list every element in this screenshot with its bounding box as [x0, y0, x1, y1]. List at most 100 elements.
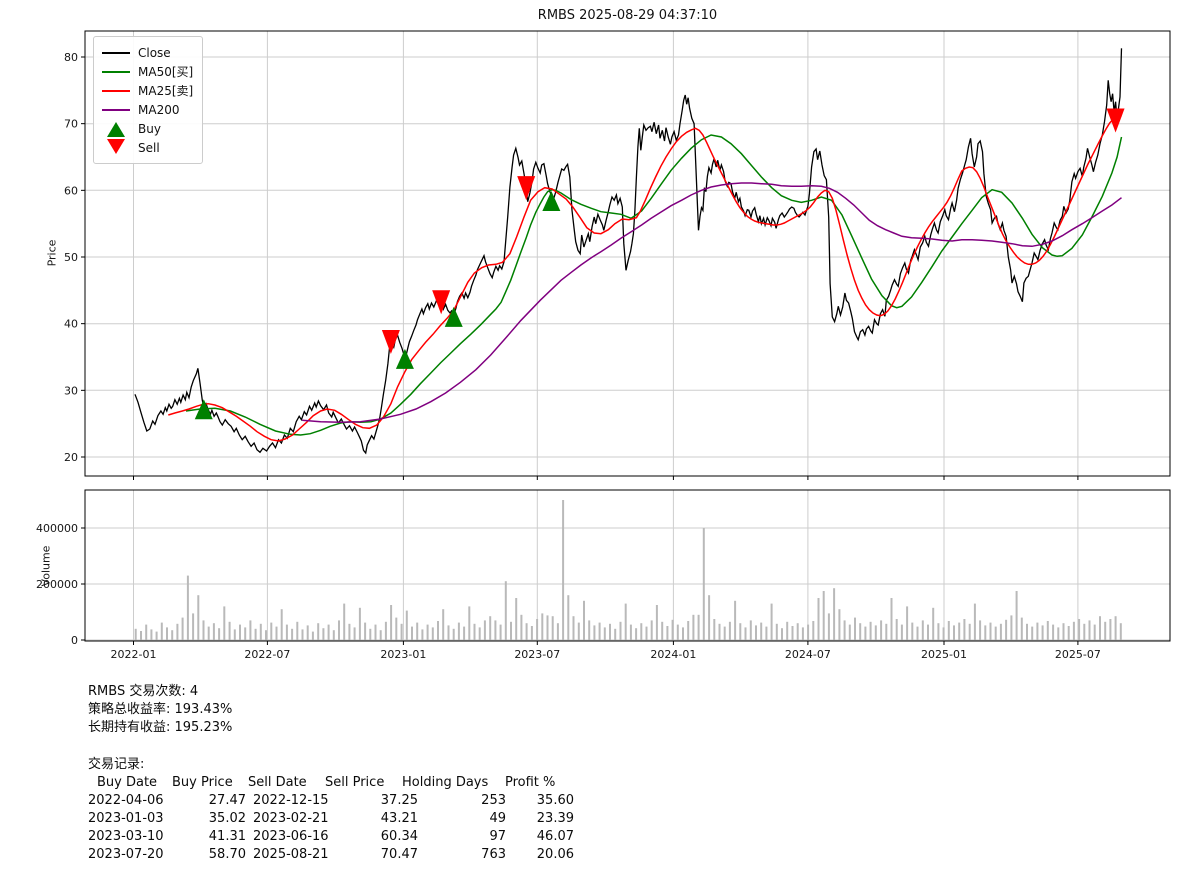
volume-bar [453, 629, 455, 640]
axes-frame [81, 31, 1170, 645]
table-cell: 43.21 [338, 811, 418, 826]
figure-window: RMBS 2025-08-29 04:37:10 2022-012022-072… [0, 0, 1180, 872]
volume-bar [593, 625, 595, 640]
trade-table-row: 2022-04-0627.472022-12-1537.2525335.60 [88, 793, 608, 811]
volume-bar [703, 528, 705, 640]
volume-bar [1010, 615, 1012, 640]
volume-bar [500, 625, 502, 640]
volume-bar [823, 591, 825, 640]
volume-bar [156, 632, 158, 640]
volume-bar [406, 611, 408, 640]
ma25-line [168, 116, 1121, 441]
volume-bar [333, 630, 335, 640]
volume-bar [375, 625, 377, 640]
volume-bar [963, 619, 965, 640]
panel-spine [85, 31, 1170, 476]
volume-bar [260, 624, 262, 640]
volume-bar [755, 625, 757, 640]
volume-bar [896, 619, 898, 640]
volume-bar [458, 623, 460, 640]
legend-label: Sell [138, 141, 160, 155]
sell-marker [382, 330, 400, 354]
volume-bar [786, 622, 788, 640]
volume-axis-label: Volume [40, 546, 53, 587]
volume-bar [771, 604, 773, 640]
volume-bar [1036, 623, 1038, 640]
volume-bar [864, 627, 866, 640]
volume-bar [781, 628, 783, 640]
table-cell: 41.31 [170, 829, 246, 844]
volume-bar [635, 628, 637, 640]
volume-bar [1042, 625, 1044, 640]
price-tick-label: 40 [64, 318, 78, 331]
volume-bar [1047, 621, 1049, 640]
table-header-cell: Sell Price [325, 775, 384, 790]
volume-bar [229, 622, 231, 640]
volume-bar [765, 627, 767, 640]
volume-bar [176, 624, 178, 640]
volume-bar [161, 623, 163, 640]
volume-bar [792, 626, 794, 640]
volume-bar [187, 576, 189, 640]
volume-bar [1115, 616, 1117, 640]
volume-bar [859, 623, 861, 640]
volume-bar [630, 625, 632, 640]
volume-bar [182, 618, 184, 640]
volume-bar [421, 629, 423, 640]
volume-bar [953, 625, 955, 640]
volume-bar [948, 621, 950, 640]
volume-bar [1073, 622, 1075, 640]
volume-bar [442, 609, 444, 640]
volume-bar [150, 629, 152, 640]
volume-bar [1005, 620, 1007, 640]
volume-bar [479, 627, 481, 640]
volume-bar [990, 623, 992, 640]
volume-bar [510, 622, 512, 640]
trade-table-row: 2023-07-2058.702025-08-2170.4776320.06 [88, 847, 608, 865]
volume-bar [1031, 627, 1033, 640]
buy-marker [542, 191, 560, 211]
volume-bar [812, 621, 814, 640]
volume-bar [265, 630, 267, 640]
volume-bar [828, 613, 830, 640]
volume-bar [1063, 623, 1065, 640]
price-axis-label: Price [46, 240, 59, 267]
volume-bar [427, 625, 429, 640]
volume-bar [218, 628, 220, 640]
table-cell: 58.70 [170, 847, 246, 862]
volume-bar [906, 606, 908, 640]
volume-bar [296, 622, 298, 640]
summary-trade-count: RMBS 交易次数: 4 [88, 683, 198, 701]
price-tick-label: 50 [64, 251, 78, 264]
volume-bar [567, 595, 569, 640]
volume-bar [348, 624, 350, 640]
table-cell: 27.47 [170, 793, 246, 808]
volume-bar [646, 627, 648, 640]
table-cell: 763 [426, 847, 506, 862]
volume-bar [171, 630, 173, 640]
volume-bar [609, 624, 611, 640]
volume-bar [395, 618, 397, 640]
legend: Close MA50[买] MA25[卖] MA200 Buy Sell [93, 36, 203, 164]
volume-bar [1120, 623, 1122, 640]
volume-bar [505, 581, 507, 640]
panel-spine [85, 490, 1170, 641]
legend-item-close: Close [100, 43, 194, 62]
volume-bar [708, 595, 710, 640]
volume-bar [541, 613, 543, 640]
volume-bar [1089, 620, 1091, 640]
volume-bar [380, 630, 382, 640]
volume-tick-label: 400000 [36, 522, 78, 535]
volume-bar [192, 613, 194, 640]
volume-bar [974, 604, 976, 640]
volume-bar [969, 624, 971, 640]
volume-bar [651, 620, 653, 640]
volume-bar [719, 624, 721, 640]
volume-bars [135, 500, 1122, 640]
volume-bar [291, 629, 293, 640]
x-tick-label: 2023-07 [514, 648, 560, 661]
x-tick-label: 2024-07 [785, 648, 831, 661]
volume-bar [369, 629, 371, 640]
table-cell: 2023-01-03 [88, 811, 174, 826]
x-tick-label: 2024-01 [650, 648, 696, 661]
